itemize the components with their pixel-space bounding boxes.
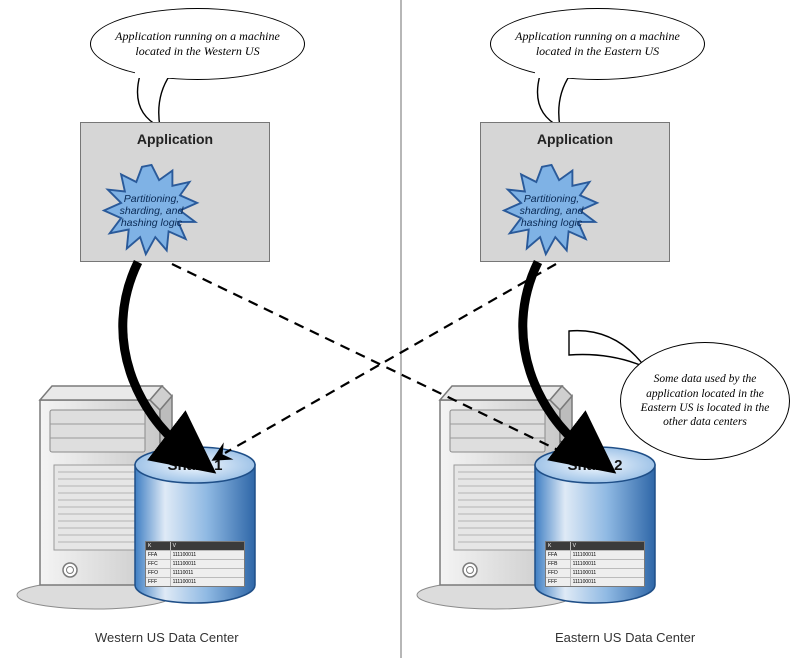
- app-title: Application: [81, 131, 269, 147]
- burst-label: Partitioning, sharding, and hashing logi…: [99, 163, 204, 258]
- app-box-west: Application Partitioning, sharding, and …: [80, 122, 270, 262]
- shard-west: Shard 1 KV FFA111100011 FFC111100011 FFO…: [130, 445, 260, 605]
- app-box-east: Application Partitioning, sharding, and …: [480, 122, 670, 262]
- burst-label: Partitioning, sharding, and hashing logi…: [499, 163, 604, 258]
- bubble-east-data: Some data used by the application locate…: [620, 342, 795, 492]
- dc-caption-east: Eastern US Data Center: [555, 630, 695, 645]
- app-title: Application: [481, 131, 669, 147]
- shard-label: Shard 1: [130, 457, 260, 474]
- shard-table: KV FFA111100011 FFB111100011 FFD11110001…: [545, 541, 645, 587]
- logic-burst: Partitioning, sharding, and hashing logi…: [99, 163, 204, 258]
- bubble-text: Application running on a machine located…: [501, 29, 694, 59]
- region-divider: [400, 0, 402, 658]
- diagram-canvas: Application running on a machine located…: [0, 0, 800, 658]
- bubble-text: Some data used by the application locate…: [631, 372, 779, 430]
- bubble-text: Application running on a machine located…: [101, 29, 294, 59]
- shard-table: KV FFA111100011 FFC111100011 FFO11110011…: [145, 541, 245, 587]
- logic-burst: Partitioning, sharding, and hashing logi…: [499, 163, 604, 258]
- bubble-west-app: Application running on a machine located…: [90, 8, 305, 128]
- bubble-east-app: Application running on a machine located…: [490, 8, 705, 128]
- dc-caption-west: Western US Data Center: [95, 630, 239, 645]
